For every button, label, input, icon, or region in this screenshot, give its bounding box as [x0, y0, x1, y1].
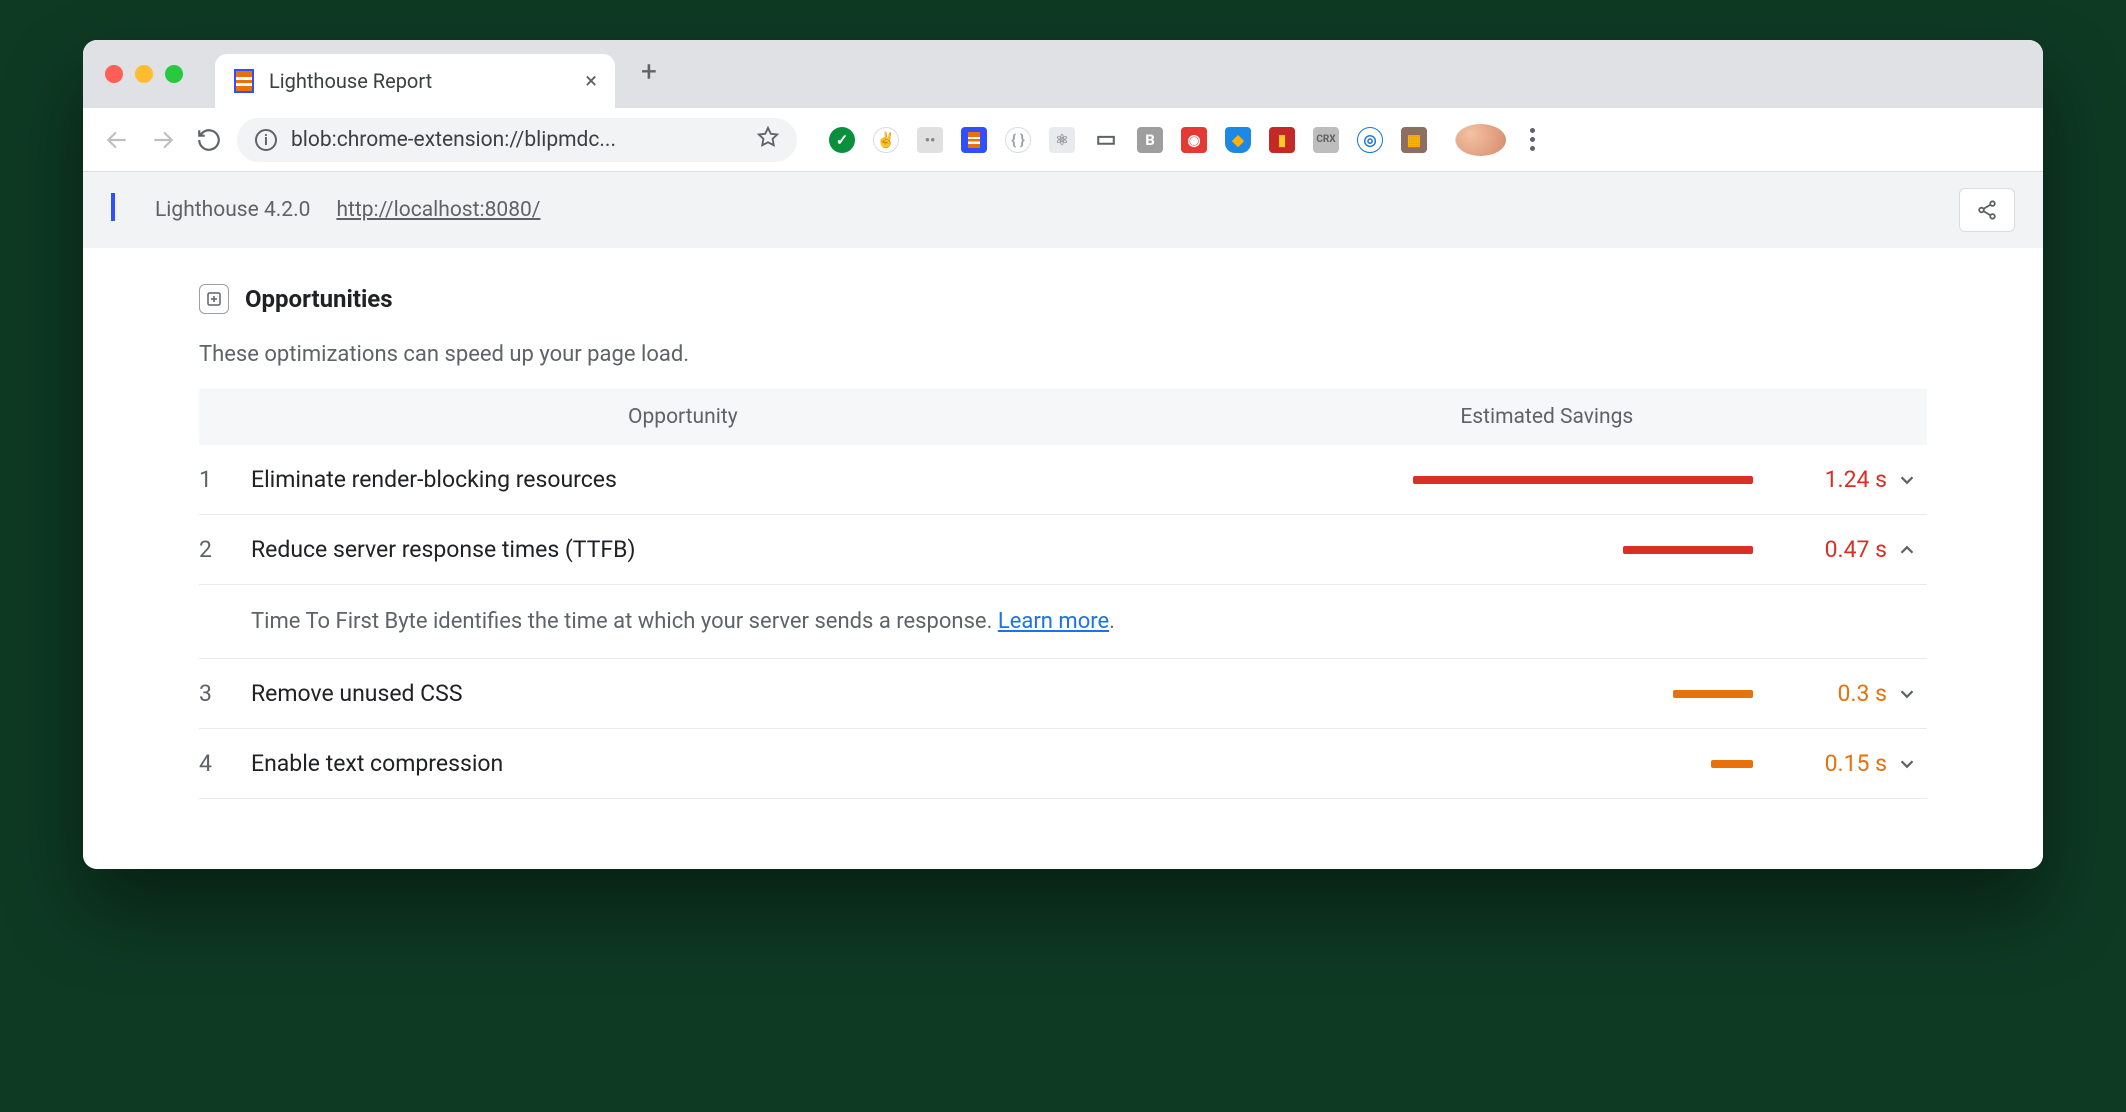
- savings-value: 0.47 s: [1777, 536, 1887, 563]
- col-header-savings: Estimated Savings: [1167, 405, 1927, 429]
- braces-icon[interactable]: { }: [1005, 127, 1031, 153]
- table-header: Opportunity Estimated Savings: [199, 389, 1927, 445]
- browser-toolbar: i blob:chrome-extension://blipmdc... ✓ ✌ •…: [83, 108, 2043, 172]
- opportunity-label: Reduce server response times (TTFB): [251, 536, 1080, 563]
- opportunity-label: Eliminate render-blocking resources: [251, 466, 1080, 493]
- lighthouse-ext-icon[interactable]: [961, 127, 987, 153]
- opportunity-list: 1 Eliminate render-blocking resources 1.…: [199, 445, 1927, 799]
- learn-more-link[interactable]: Learn more: [998, 609, 1109, 634]
- site-info-icon[interactable]: i: [255, 129, 277, 151]
- laptop-icon[interactable]: ▭: [1093, 127, 1119, 153]
- opportunity-row[interactable]: 4 Enable text compression 0.15 s: [199, 729, 1927, 799]
- savings-bar-wrap: [1080, 690, 1759, 698]
- opportunity-row[interactable]: 3 Remove unused CSS 0.3 s: [199, 659, 1927, 729]
- chest-icon[interactable]: ▦: [1401, 127, 1427, 153]
- window-controls: [105, 65, 183, 83]
- close-window-button[interactable]: [105, 65, 123, 83]
- savings-bar-wrap: [1080, 476, 1759, 484]
- col-header-opportunity: Opportunity: [199, 405, 1167, 429]
- maximize-window-button[interactable]: [165, 65, 183, 83]
- savings-value: 0.3 s: [1777, 680, 1887, 707]
- savings-bar: [1413, 476, 1753, 484]
- opportunity-label: Remove unused CSS: [251, 680, 1080, 707]
- password-icon[interactable]: ••: [917, 127, 943, 153]
- gesture-icon[interactable]: ✌: [873, 127, 899, 153]
- chevron-down-icon[interactable]: [1887, 469, 1927, 491]
- target-icon[interactable]: ◎: [1357, 127, 1383, 153]
- chevron-down-icon[interactable]: [1887, 683, 1927, 705]
- bold-icon[interactable]: B: [1137, 127, 1163, 153]
- report-header: Lighthouse 4.2.0 http://localhost:8080/: [83, 172, 2043, 248]
- section-header: Opportunities: [199, 284, 1927, 314]
- section-title: Opportunities: [245, 285, 393, 313]
- new-tab-button[interactable]: +: [629, 55, 669, 88]
- product-name: Lighthouse 4.2.0: [155, 198, 310, 222]
- savings-bar: [1623, 546, 1753, 554]
- spiral-icon[interactable]: ◉: [1181, 127, 1207, 153]
- opportunity-detail: Time To First Byte identifies the time a…: [199, 585, 1927, 659]
- address-bar[interactable]: i blob:chrome-extension://blipmdc...: [237, 118, 797, 162]
- row-number: 2: [199, 536, 251, 563]
- row-number: 3: [199, 680, 251, 707]
- savings-bar-wrap: [1080, 760, 1759, 768]
- tested-url-link[interactable]: http://localhost:8080/: [336, 198, 540, 222]
- chevron-up-icon[interactable]: [1887, 539, 1927, 561]
- savings-bar-wrap: [1080, 546, 1759, 554]
- savings-bar: [1673, 690, 1753, 698]
- close-tab-button[interactable]: ×: [585, 69, 597, 94]
- lighthouse-logo-icon: [111, 195, 137, 225]
- browser-window: Lighthouse Report × + i blob:chrome-exte…: [83, 40, 2043, 869]
- savings-value: 0.15 s: [1777, 750, 1887, 777]
- savings-value: 1.24 s: [1777, 466, 1887, 493]
- profile-avatar[interactable]: [1455, 124, 1506, 156]
- report-content: Opportunities These optimizations can sp…: [83, 248, 2043, 869]
- back-button[interactable]: [99, 122, 135, 158]
- row-number: 4: [199, 750, 251, 777]
- browser-menu-button[interactable]: [1530, 128, 1535, 151]
- shield-icon[interactable]: ◆: [1225, 127, 1251, 153]
- checkmark-icon[interactable]: ✓: [829, 127, 855, 153]
- reload-button[interactable]: [191, 122, 227, 158]
- opportunity-row[interactable]: 1 Eliminate render-blocking resources 1.…: [199, 445, 1927, 515]
- opportunities-icon: [199, 284, 229, 314]
- tab-bar: Lighthouse Report × +: [83, 40, 2043, 108]
- book-icon[interactable]: ▮: [1269, 127, 1295, 153]
- crx-icon[interactable]: CRX: [1313, 127, 1339, 153]
- row-number: 1: [199, 466, 251, 493]
- bookmark-star-icon[interactable]: [757, 126, 779, 154]
- share-button[interactable]: [1959, 188, 2015, 232]
- react-icon[interactable]: ⚛: [1049, 127, 1075, 153]
- tab-favicon-icon: [233, 70, 255, 92]
- browser-tab[interactable]: Lighthouse Report ×: [215, 54, 615, 108]
- tab-title: Lighthouse Report: [269, 69, 432, 93]
- extension-icons: ✓ ✌ •• { } ⚛ ▭ B ◉ ◆ ▮ CRX ◎ ▦: [829, 127, 1427, 153]
- url-text: blob:chrome-extension://blipmdc...: [291, 128, 743, 152]
- chevron-down-icon[interactable]: [1887, 753, 1927, 775]
- opportunity-label: Enable text compression: [251, 750, 1080, 777]
- savings-bar: [1711, 760, 1753, 768]
- minimize-window-button[interactable]: [135, 65, 153, 83]
- opportunity-row[interactable]: 2 Reduce server response times (TTFB) 0.…: [199, 515, 1927, 585]
- forward-button[interactable]: [145, 122, 181, 158]
- section-subtitle: These optimizations can speed up your pa…: [199, 342, 1927, 367]
